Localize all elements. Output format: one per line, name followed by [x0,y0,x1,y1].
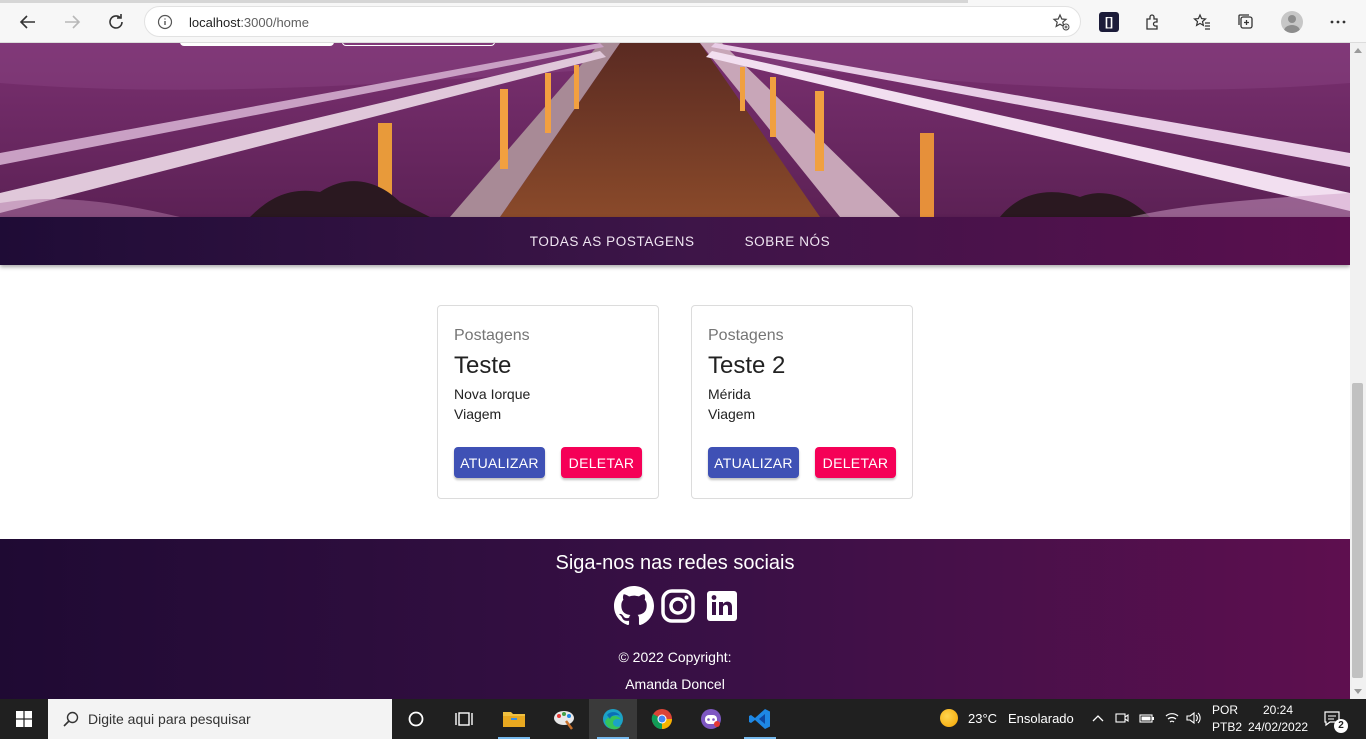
notification-count-badge: 2 [1334,719,1348,733]
clock-time[interactable]: 20:24 [1263,703,1293,717]
footer-copyright: © 2022 Copyright: [618,649,732,665]
paint-app-icon[interactable] [540,699,588,739]
refresh-icon [109,14,123,29]
hero-login-button[interactable] [180,43,334,46]
keyboard-layout[interactable]: PTB2 [1212,720,1242,734]
refresh-button[interactable] [102,8,130,36]
github-icon[interactable] [614,586,654,626]
task-view-icon[interactable] [440,699,488,739]
chevron-up-icon[interactable] [1092,712,1104,730]
site-info-icon[interactable] [157,14,173,35]
extension-icon[interactable]: [] [1097,10,1121,34]
post-title: Teste 2 [708,352,786,379]
post-theme: Viagem [708,406,756,422]
address-bar[interactable]: localhost:3000/home [144,6,1081,37]
back-arrow-icon [19,15,35,29]
delete-button[interactable]: DELETAR [561,447,642,478]
nav-link-about[interactable]: SOBRE NÓS [745,234,831,249]
scroll-down-arrow[interactable] [1354,689,1362,694]
nav-link-all-posts[interactable]: TODAS AS POSTAGENS [530,234,695,249]
hero-image [0,43,1350,217]
linkedin-icon[interactable] [702,586,742,626]
file-explorer-icon[interactable] [490,699,538,739]
weather-icon[interactable] [940,709,958,727]
post-description: Nova Iorque [454,386,531,402]
update-button[interactable]: ATUALIZAR [454,447,545,478]
cortana-icon[interactable] [392,699,440,739]
search-icon [62,710,80,733]
edge-browser-icon[interactable] [589,699,637,739]
scroll-up-arrow[interactable] [1354,48,1362,53]
post-category: Postagens [454,327,530,344]
weather-description[interactable]: Ensolarado [1008,711,1074,726]
taskbar-search-placeholder: Digite aqui para pesquisar [88,711,251,727]
post-category: Postagens [708,327,784,344]
post-theme: Viagem [454,406,502,422]
collections-icon[interactable] [1234,10,1258,34]
footer-follow-heading: Siga-nos nas redes sociais [555,552,795,574]
page-viewport: TODAS AS POSTAGENS SOBRE NÓS Postagens T… [0,43,1350,699]
more-menu-icon[interactable] [1326,10,1350,34]
hero-signup-button[interactable] [342,43,495,46]
post-card: Postagens Teste Nova Iorque Viagem ATUAL… [437,305,659,499]
taskbar-search-box[interactable]: Digite aqui para pesquisar [48,699,392,739]
forward-arrow-icon [65,15,81,29]
post-title: Teste [454,352,512,379]
wifi-icon[interactable] [1164,711,1180,730]
main-navbar: TODAS AS POSTAGENS SOBRE NÓS [0,217,1350,265]
extensions-puzzle-icon[interactable] [1141,10,1165,34]
instagram-icon[interactable] [658,586,698,626]
page-footer: Siga-nos nas redes sociais © 2022 Copyri… [0,539,1350,699]
forward-button[interactable] [58,8,86,36]
back-button[interactable] [14,8,42,36]
favorites-icon[interactable] [1190,10,1214,34]
chrome-icon[interactable] [638,699,686,739]
volume-icon[interactable] [1186,711,1202,730]
windows-taskbar: Digite aqui para pesquisar 23°C Ensolara… [0,699,1366,739]
language-code[interactable]: POR [1212,703,1238,717]
discord-app-icon[interactable] [687,699,735,739]
url-path: :3000/home [240,15,309,30]
delete-button[interactable]: DELETAR [815,447,896,478]
profile-avatar[interactable] [1280,10,1304,34]
tab-strip-edge [0,0,968,3]
extension-label: [] [1099,12,1119,32]
social-links [614,586,742,626]
browser-toolbar: localhost:3000/home [] [0,0,1366,43]
post-description: Mérida [708,386,751,402]
add-favorite-icon[interactable] [1052,13,1070,36]
battery-icon[interactable] [1139,711,1155,730]
scroll-thumb[interactable] [1352,383,1363,678]
meet-now-icon[interactable] [1115,711,1129,730]
windows-start-icon[interactable] [0,699,48,739]
clock-date[interactable]: 24/02/2022 [1248,720,1308,734]
page-scrollbar[interactable] [1350,43,1366,699]
footer-author: Amanda Doncel [625,676,725,692]
vscode-icon[interactable] [736,699,784,739]
url-text[interactable]: localhost:3000/home [189,15,309,30]
post-card: Postagens Teste 2 Mérida Viagem ATUALIZA… [691,305,913,499]
update-button[interactable]: ATUALIZAR [708,447,799,478]
weather-temperature[interactable]: 23°C [968,711,997,726]
url-host: localhost [189,15,241,30]
